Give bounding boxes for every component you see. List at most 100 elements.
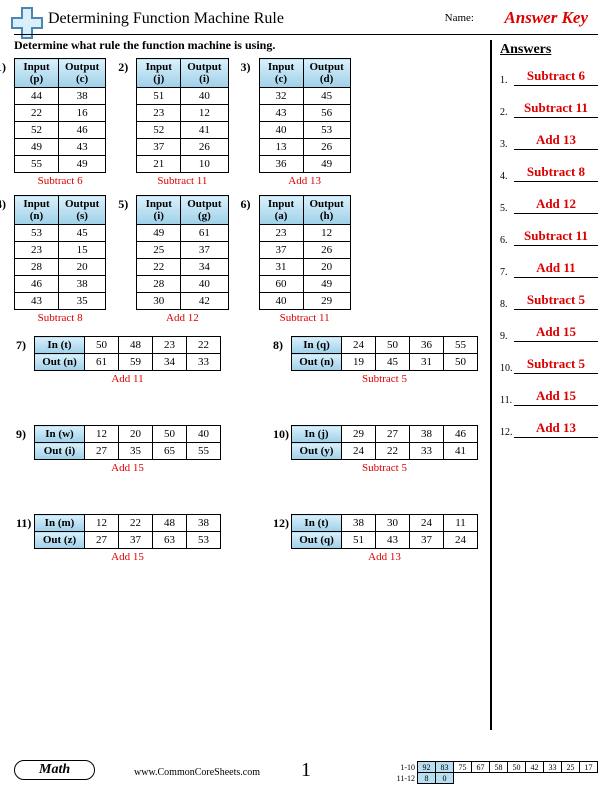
- cell: 28: [15, 259, 59, 276]
- cell: 49: [59, 156, 106, 173]
- rule-answer: Subtract 11: [136, 175, 228, 187]
- input-header: In (w): [35, 426, 85, 443]
- io-table: Input(a)Output(h)23123726312060494029: [259, 195, 351, 310]
- answer-row: 10.Subtract 5: [500, 356, 598, 374]
- output-header: Out (i): [35, 443, 85, 460]
- output-header: Out (z): [35, 532, 85, 549]
- cell: 49: [303, 276, 350, 293]
- horizontal-row: 9)In (w)12205040Out (i)27356555Add 15 10)…: [14, 425, 474, 474]
- answer-value: Add 11: [514, 260, 598, 278]
- cell: 40: [181, 276, 228, 293]
- problem-number: 4): [0, 197, 6, 212]
- problem-2: 2)Input(j)Output(i)51402312524137262110S…: [136, 58, 228, 187]
- problem-number: 2): [118, 60, 128, 75]
- cell: 34: [181, 259, 228, 276]
- io-table: In (q)24503655Out (n)19453150: [291, 336, 478, 371]
- answer-number: 9.: [500, 331, 514, 342]
- cell: 56: [303, 105, 350, 122]
- output-header: Out (n): [292, 354, 342, 371]
- cell: 33: [410, 443, 444, 460]
- cell: 26: [303, 139, 350, 156]
- cell: 33: [187, 354, 221, 371]
- problem-1: 1)Input(p)Output(c)44382216524649435549S…: [14, 58, 106, 187]
- cell: 19: [342, 354, 376, 371]
- cell: 10: [181, 156, 228, 173]
- answer-value: Add 15: [514, 324, 598, 342]
- cell: 50: [444, 354, 478, 371]
- answer-number: 6.: [500, 235, 514, 246]
- cell: 65: [153, 443, 187, 460]
- problem-number: 5): [118, 197, 128, 212]
- footer: Math www.CommonCoreSheets.com 1 1-109283…: [14, 756, 598, 786]
- horizontal-rows: 7)In (t)50482322Out (n)61593433Add 118)I…: [14, 336, 474, 563]
- problem-5: 5)Input(i)Output(g)49612537223428403042A…: [136, 195, 228, 324]
- cell: 23: [15, 242, 59, 259]
- answer-value: Add 12: [514, 196, 598, 214]
- page-title: Determining Function Machine Rule: [48, 10, 284, 27]
- cell: 50: [153, 426, 187, 443]
- answer-value: Subtract 11: [514, 100, 598, 118]
- cell: 38: [187, 515, 221, 532]
- cell: 45: [59, 225, 106, 242]
- cell: 37: [137, 139, 181, 156]
- problem-7: 7)In (t)50482322Out (n)61593433Add 11: [34, 336, 221, 385]
- cell: 50: [85, 337, 119, 354]
- cell: 60: [259, 276, 303, 293]
- cell: 38: [342, 515, 376, 532]
- cell: 12: [303, 225, 350, 242]
- problem-number: 7): [16, 338, 26, 353]
- cell: 13: [259, 139, 303, 156]
- answer-row: 5.Add 12: [500, 196, 598, 214]
- problem-8: 8)In (q)24503655Out (n)19453150Subtract …: [291, 336, 478, 385]
- answer-row: 2.Subtract 11: [500, 100, 598, 118]
- input-header: In (t): [292, 515, 342, 532]
- io-table: In (t)38302411Out (q)51433724: [291, 514, 478, 549]
- cell: 43: [259, 105, 303, 122]
- cell: 52: [137, 122, 181, 139]
- cell: 53: [303, 122, 350, 139]
- rule-answer: Add 12: [136, 312, 228, 324]
- answer-number: 5.: [500, 203, 514, 214]
- problems-area: 1)Input(p)Output(c)44382216524649435549S…: [14, 58, 474, 571]
- output-header: Output(h): [303, 196, 350, 225]
- cell: 24: [444, 532, 478, 549]
- problem-9: 9)In (w)12205040Out (i)27356555Add 15: [34, 425, 221, 474]
- problem-11: 11)In (m)12224838Out (z)27376353Add 15: [34, 514, 221, 563]
- cell: 51: [342, 532, 376, 549]
- answers-column: Answers 1.Subtract 62.Subtract 113.Add 1…: [490, 40, 598, 730]
- problem-number: 3): [241, 60, 251, 75]
- problem-number: 1): [0, 60, 6, 75]
- io-table: In (t)50482322Out (n)61593433: [34, 336, 221, 371]
- cell: 49: [137, 225, 181, 242]
- cell: 11: [444, 515, 478, 532]
- answer-number: 1.: [500, 75, 514, 86]
- answer-row: 3.Add 13: [500, 132, 598, 150]
- cell: 41: [444, 443, 478, 460]
- cell: 42: [181, 293, 228, 310]
- answer-value: Subtract 11: [514, 228, 598, 246]
- cell: 43: [376, 532, 410, 549]
- cell: 51: [137, 88, 181, 105]
- rule-answer: Subtract 5: [291, 462, 478, 474]
- cell: 46: [59, 122, 106, 139]
- rule-answer: Add 15: [34, 462, 221, 474]
- problem-3: 3)Input(c)Output(d)32454356405313263649A…: [259, 58, 351, 187]
- cell: 37: [259, 242, 303, 259]
- output-header: Out (q): [292, 532, 342, 549]
- vertical-row-1: 1)Input(p)Output(c)44382216524649435549S…: [14, 58, 474, 187]
- problem-number: 10): [273, 427, 289, 442]
- cell: 38: [59, 276, 106, 293]
- cell: 20: [303, 259, 350, 276]
- cell: 22: [15, 105, 59, 122]
- cell: 53: [187, 532, 221, 549]
- cell: 22: [376, 443, 410, 460]
- horizontal-row: 7)In (t)50482322Out (n)61593433Add 118)I…: [14, 336, 474, 385]
- rule-answer: Subtract 11: [259, 312, 351, 324]
- cell: 48: [153, 515, 187, 532]
- input-header: In (m): [35, 515, 85, 532]
- input-header: Input(p): [15, 59, 59, 88]
- rule-answer: Add 11: [34, 373, 221, 385]
- answer-value: Subtract 5: [514, 292, 598, 310]
- cell: 36: [410, 337, 444, 354]
- cell: 55: [15, 156, 59, 173]
